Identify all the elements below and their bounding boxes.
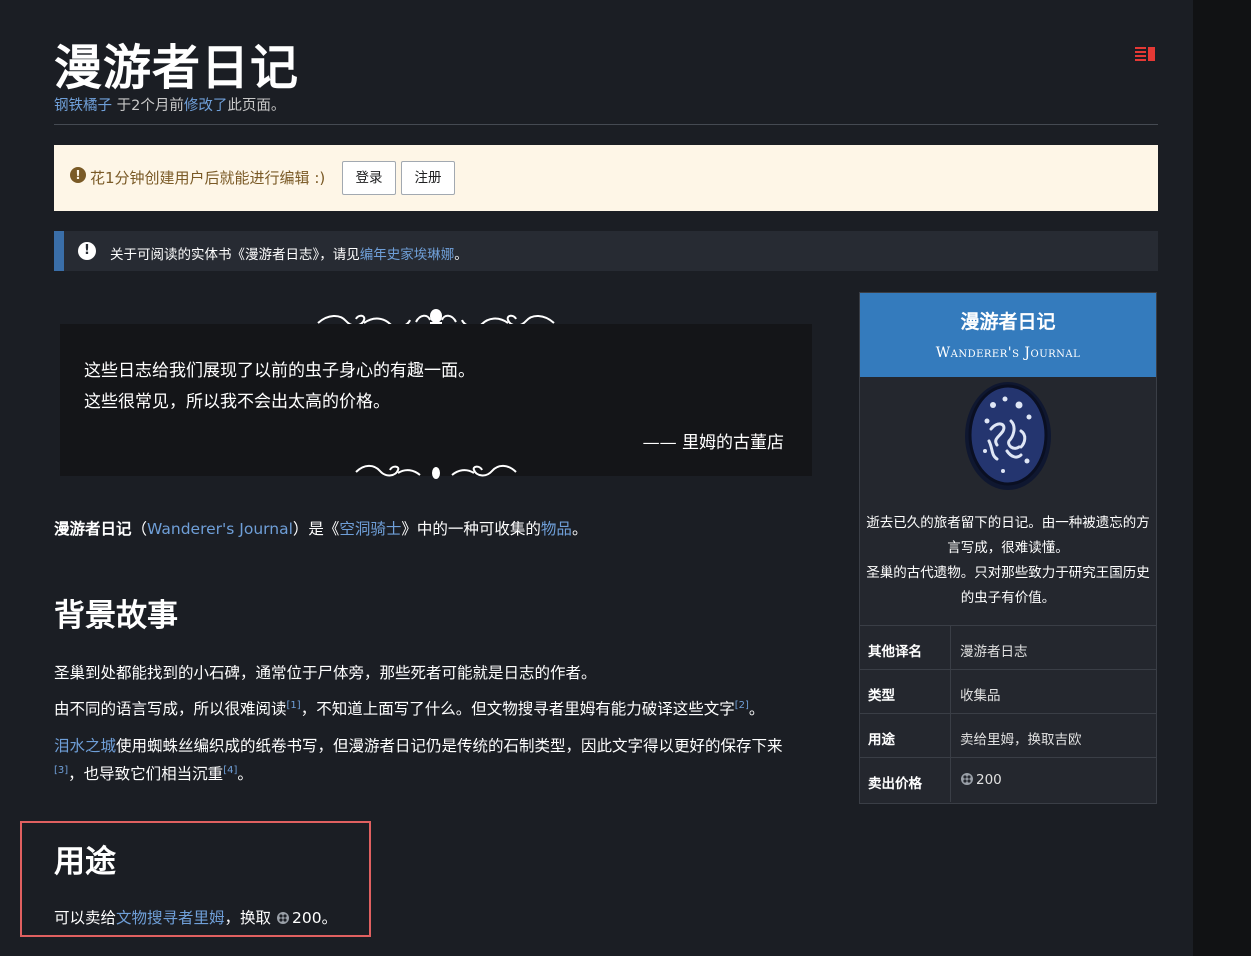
city-of-tears-link[interactable]: 泪水之城 <box>54 737 116 755</box>
lore-paragraph-3-line-2: [3]，也导致它们相当沉重[4]。 <box>54 764 253 783</box>
reference-3[interactable]: [3] <box>54 765 68 776</box>
article-name: 漫游者日记 <box>54 520 132 538</box>
chronicler-link[interactable]: 编年史家埃琳娜 <box>360 247 455 263</box>
usage-highlight-box <box>20 821 371 937</box>
reference-2[interactable]: [2] <box>735 700 749 711</box>
quote-bottom-ornament-icon <box>355 464 517 479</box>
page: 漫游者日记 钢铁橘子 于2个月前修改了此页面。 ! 花1分钟创建用户后就能进行编… <box>0 0 1193 956</box>
hollow-knight-link[interactable]: 空洞骑士 <box>339 520 401 538</box>
infobox-description-2: 圣巢的古代遗物。只对那些致力于研究王国历史的虫子有价值。 <box>866 565 1150 606</box>
page-title: 漫游者日记 <box>54 40 300 96</box>
wanderers-journal-image[interactable] <box>963 381 1053 491</box>
hatnote-text: 关于可阅读的实体书《漫游者日志》，请见编年史家埃琳娜。 <box>110 247 468 263</box>
edit-info: 钢铁橘子 于2个月前修改了此页面。 <box>54 98 286 114</box>
edit-notice: ! 花1分钟创建用户后就能进行编辑 :) 登录 注册 <box>54 145 1158 211</box>
infobox-value: 卖给里姆，换取吉欧 <box>960 732 1082 748</box>
infobox-row-alt-names: 其他译名 漫游者日志 <box>860 625 1156 670</box>
infobox-label: 用途 <box>868 732 895 748</box>
lore-paragraph-3-line-1: 泪水之城使用蜘蛛丝编织成的纸卷书写，但漫游者日记仍是传统的石制类型，因此文字得以… <box>54 737 783 755</box>
quote-attribution: —— 里姆的古董店 <box>642 433 784 453</box>
infobox-row-separator <box>950 758 951 802</box>
exclamation-circle-icon: ! <box>70 167 86 183</box>
items-link[interactable]: 物品 <box>541 520 572 538</box>
infobox-description-1: 逝去已久的旅者留下的日记。由一种被遗忘的方言写成，很难读懂。 <box>866 515 1150 556</box>
title-divider <box>54 124 1158 125</box>
quote-line-1: 这些日志给我们展现了以前的虫子身心的有趣一面。 <box>84 361 475 381</box>
hatnote: ! 关于可阅读的实体书《漫游者日志》，请见编年史家埃琳娜。 <box>54 231 1158 271</box>
lore-heading: 背景故事 <box>54 598 178 634</box>
quote-block: 这些日志给我们展现了以前的虫子身心的有趣一面。 这些很常见，所以我不会出太高的价… <box>60 324 812 476</box>
geo-icon <box>961 773 973 785</box>
right-sidebar <box>1193 0 1251 956</box>
infobox-row-type: 类型 收集品 <box>860 669 1156 714</box>
infobox-label: 其他译名 <box>868 644 922 660</box>
infobox-row-separator <box>950 670 951 714</box>
history-link[interactable]: 修改了 <box>184 98 228 114</box>
lore-paragraph-2: 由不同的语言写成，所以很难阅读[1]，不知道上面写了什么。但文物搜寻者里姆有能力… <box>54 699 765 718</box>
editor-link[interactable]: 钢铁橘子 <box>54 98 112 114</box>
infobox-label: 卖出价格 <box>868 776 922 792</box>
infobox-header: 漫游者日记 Wanderer's Journal <box>860 293 1156 377</box>
infobox-description: 逝去已久的旅者留下的日记。由一种被遗忘的方言写成，很难读懂。 圣巢的古代遗物。只… <box>866 511 1150 611</box>
login-button[interactable]: 登录 <box>342 161 396 195</box>
register-button[interactable]: 注册 <box>401 161 455 195</box>
infobox-title: 漫游者日记 <box>960 311 1056 333</box>
notice-text: 花1分钟创建用户后就能进行编辑 :) <box>90 169 326 187</box>
infobox-row-separator <box>950 714 951 758</box>
infobox-row-sell-price: 卖出价格 200 <box>860 757 1156 802</box>
infobox-value: 收集品 <box>960 688 1001 704</box>
quote-line-2: 这些很常见，所以我不会出太高的价格。 <box>84 392 390 412</box>
info-circle-icon: ! <box>78 242 96 260</box>
infobox: 漫游者日记 Wanderer's Journal 逝去已久的旅者留下的日记。由一… <box>859 292 1157 804</box>
infobox-label: 类型 <box>868 688 895 704</box>
infobox-value: 漫游者日志 <box>960 644 1028 660</box>
reference-1[interactable]: [1] <box>287 700 301 711</box>
toc-icon[interactable] <box>1135 46 1155 62</box>
infobox-row-use: 用途 卖给里姆，换取吉欧 <box>860 713 1156 758</box>
lore-paragraph-1: 圣巢到处都能找到的小石碑，通常位于尸体旁，那些死者可能就是日志的作者。 <box>54 664 597 682</box>
intro-paragraph: 漫游者日记（Wanderer's Journal）是《空洞骑士》中的一种可收集的… <box>54 520 588 538</box>
infobox-value-price: 200 <box>960 772 1002 788</box>
infobox-subtitle: Wanderer's Journal <box>935 345 1081 361</box>
english-name: Wanderer's Journal <box>147 520 293 538</box>
reference-4[interactable]: [4] <box>223 765 237 776</box>
infobox-row-separator <box>950 626 951 670</box>
